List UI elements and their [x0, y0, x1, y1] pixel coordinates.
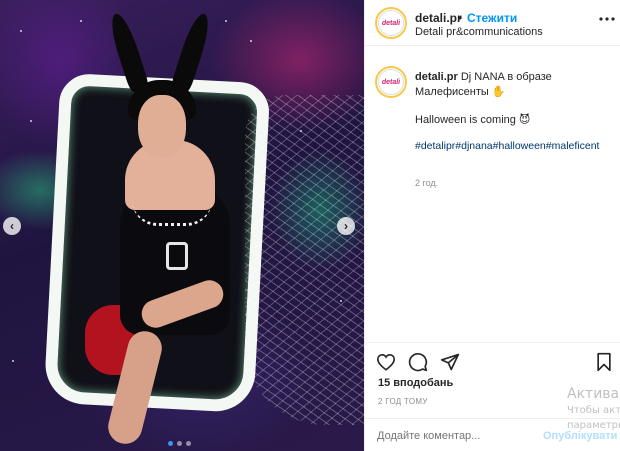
carousel-prev-button[interactable]: ‹ [3, 217, 21, 235]
avatar-logo: detali [378, 69, 404, 95]
post-photo[interactable]: ‹ › [0, 0, 364, 451]
watermark-line: Чтобы акт [567, 405, 620, 416]
watermark-title: Активац [567, 386, 620, 402]
carousel-next-button[interactable]: › [337, 217, 355, 235]
post-date: 2 ГОД ТОМУ [378, 397, 428, 406]
face [138, 95, 186, 157]
comment-icon[interactable] [407, 351, 429, 373]
spider-web [245, 95, 364, 425]
carousel-indicator [168, 441, 191, 446]
chevron-right-icon: › [344, 219, 348, 233]
carousel-dot [168, 441, 173, 446]
hashtags[interactable]: #detalipr#djnana#halloween#maleficent [415, 139, 611, 154]
post-comment-button[interactable]: Опублікувати [543, 430, 617, 442]
add-comment-bar: Опублікувати [365, 418, 620, 451]
separator-dot: • [458, 11, 463, 25]
avatar[interactable]: detali [375, 66, 407, 98]
action-bar [365, 342, 620, 382]
avatar[interactable]: detali [375, 7, 407, 39]
carousel-dot [177, 441, 182, 446]
username-link[interactable]: detali.pr [415, 11, 462, 25]
belt-buckle [166, 242, 188, 270]
heart-icon[interactable] [375, 351, 397, 373]
bookmark-icon[interactable] [593, 351, 615, 373]
caption: detali.pr Dj NANA в образе Малефисенты ✋ [415, 70, 611, 100]
carousel-dot [186, 441, 191, 446]
avatar-logo: detali [378, 10, 404, 36]
post-sidebar: detali detali.pr • Стежити Detali pr&com… [364, 0, 620, 451]
post-header: detali detali.pr • Стежити Detali pr&com… [365, 0, 620, 46]
chevron-left-icon: ‹ [10, 219, 14, 233]
account-subtitle: Detali pr&communications [415, 26, 543, 38]
more-horizontal-icon[interactable] [598, 9, 616, 27]
likes-count[interactable]: 15 вподобань [378, 377, 453, 389]
caption-username[interactable]: detali.pr [415, 71, 458, 83]
caption-area: detali detali.pr Dj NANA в образе Малефи… [365, 46, 620, 342]
share-icon[interactable] [439, 351, 461, 373]
caption-age: 2 год. [415, 178, 439, 188]
follow-button[interactable]: Стежити [467, 11, 517, 25]
comment-input[interactable] [377, 430, 537, 442]
caption-line: Halloween is coming 😈 [415, 114, 531, 126]
